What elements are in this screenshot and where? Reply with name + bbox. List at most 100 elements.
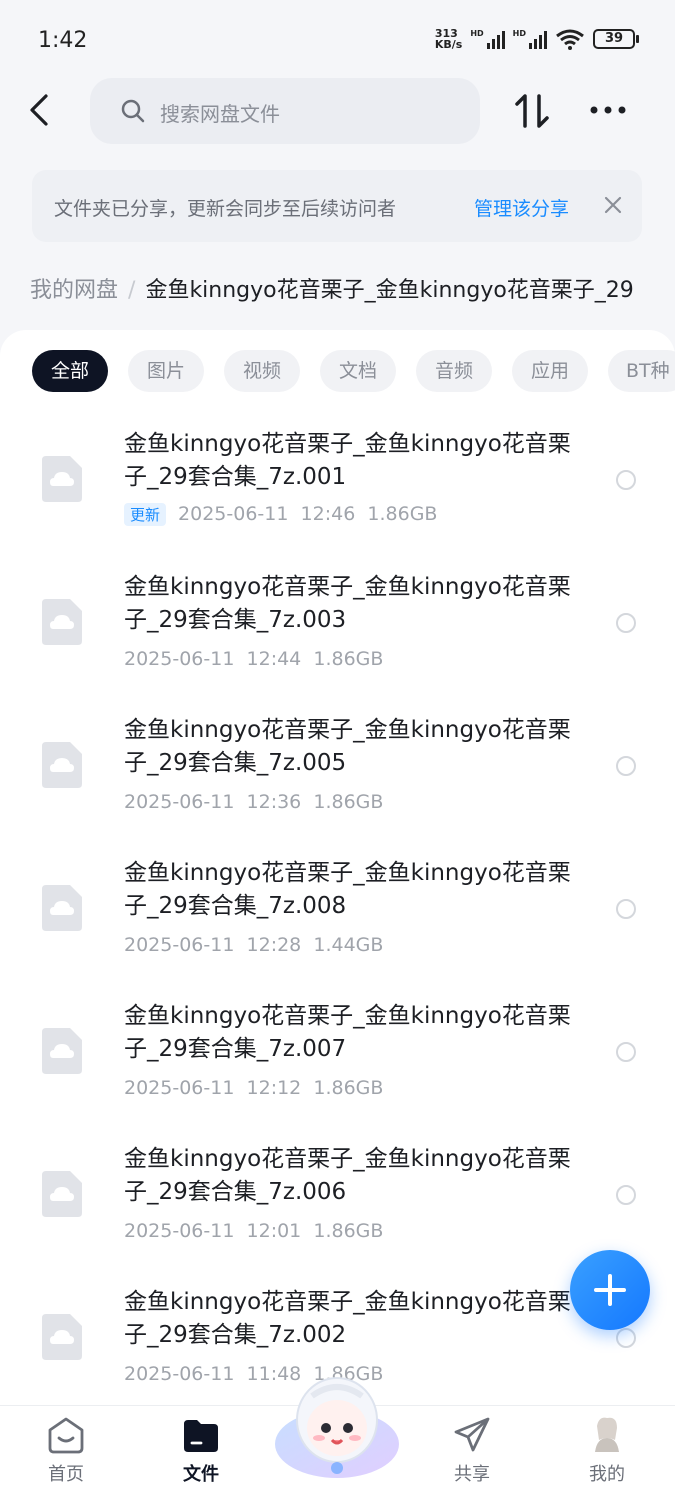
file-icon <box>42 599 82 645</box>
file-row[interactable]: 金鱼kinngyo花音栗子_金鱼kinngyo花音栗子_29套合集_7z.007… <box>0 984 675 1127</box>
file-size: 1.86GB <box>313 791 384 813</box>
file-size: 1.86GB <box>313 648 384 670</box>
breadcrumb-current: 金鱼kinngyo花音栗子_金鱼kinngyo花音栗子_29 <box>145 278 634 303</box>
close-icon[interactable] <box>602 194 624 216</box>
breadcrumb-separator: / <box>128 278 136 303</box>
file-time: 12:01 <box>246 1220 302 1242</box>
file-meta: 2025-06-11 12:12 1.86GB <box>124 1077 383 1099</box>
file-date: 2025-06-11 <box>124 791 235 813</box>
status-icons: 313 KB/s HD HD 39 <box>435 28 639 50</box>
tab-files[interactable]: 文件 <box>161 1416 241 1486</box>
select-radio[interactable] <box>616 1328 636 1348</box>
manage-share-link[interactable]: 管理该分享 <box>474 194 569 221</box>
select-radio[interactable] <box>616 899 636 919</box>
share-plane-icon <box>454 1417 490 1452</box>
sort-icon[interactable] <box>514 92 550 130</box>
hd-label-2: HD <box>512 29 526 38</box>
file-date: 2025-06-11 <box>178 503 289 525</box>
tab-share[interactable]: 共享 <box>432 1416 512 1486</box>
filter-apps[interactable]: 应用 <box>512 350 588 392</box>
filter-documents[interactable]: 文档 <box>320 350 396 392</box>
file-icon <box>42 1028 82 1074</box>
search-icon <box>121 99 145 123</box>
file-row[interactable]: 金鱼kinngyo花音栗子_金鱼kinngyo花音栗子_29套合集_7z.006… <box>0 1127 675 1270</box>
file-meta: 2025-06-11 12:01 1.86GB <box>124 1220 383 1242</box>
search-placeholder: 搜索网盘文件 <box>160 102 280 126</box>
file-size: 1.44GB <box>313 934 384 956</box>
file-time: 12:12 <box>246 1077 302 1099</box>
file-meta: 更新 2025-06-11 12:46 1.86GB <box>124 503 437 526</box>
file-date: 2025-06-11 <box>124 934 235 956</box>
file-icon <box>42 1314 82 1360</box>
file-meta: 2025-06-11 12:36 1.86GB <box>124 791 383 813</box>
tab-home-label: 首页 <box>48 1464 84 1485</box>
filter-bt[interactable]: BT种 <box>608 350 675 392</box>
file-icon <box>42 1171 82 1217</box>
filter-chips: 全部 图片 视频 文档 音频 应用 BT种 <box>32 350 675 394</box>
file-time: 12:36 <box>246 791 302 813</box>
signal-icon-2: HD <box>513 29 547 49</box>
speed-unit: KB/s <box>434 38 463 51</box>
file-date: 2025-06-11 <box>124 1363 235 1385</box>
filter-videos[interactable]: 视频 <box>224 350 300 392</box>
search-bar[interactable]: 搜索网盘文件 <box>90 78 480 144</box>
filter-audio[interactable]: 音频 <box>416 350 492 392</box>
file-name: 金鱼kinngyo花音栗子_金鱼kinngyo花音栗子_29套合集_7z.008 <box>124 860 571 919</box>
file-size: 1.86GB <box>313 1220 384 1242</box>
file-meta: 2025-06-11 12:44 1.86GB <box>124 648 383 670</box>
file-name: 金鱼kinngyo花音栗子_金鱼kinngyo花音栗子_29套合集_7z.006 <box>124 1146 571 1205</box>
folder-icon <box>184 1420 218 1452</box>
tab-share-label: 共享 <box>454 1464 490 1485</box>
tab-mine-label: 我的 <box>589 1464 625 1485</box>
status-time: 1:42 <box>38 28 88 53</box>
update-badge: 更新 <box>124 503 167 526</box>
filter-images[interactable]: 图片 <box>128 350 204 392</box>
network-speed: 313 KB/s <box>435 28 462 50</box>
file-row[interactable]: 金鱼kinngyo花音栗子_金鱼kinngyo花音栗子_29套合集_7z.005… <box>0 698 675 841</box>
signal-icon: HD <box>470 29 505 49</box>
file-name: 金鱼kinngyo花音栗子_金鱼kinngyo花音栗子_29套合集_7z.001 <box>124 431 571 490</box>
plus-icon <box>594 1274 626 1306</box>
back-arrow-icon[interactable] <box>26 92 54 128</box>
battery-icon: 39 <box>593 29 639 49</box>
hd-label: HD <box>470 29 484 38</box>
file-size: 1.86GB <box>313 1077 384 1099</box>
select-radio[interactable] <box>616 470 636 490</box>
tab-files-label: 文件 <box>183 1464 219 1485</box>
select-radio[interactable] <box>616 613 636 633</box>
tab-home[interactable]: 首页 <box>26 1416 106 1486</box>
file-row[interactable]: 金鱼kinngyo花音栗子_金鱼kinngyo花音栗子_29套合集_7z.001… <box>0 412 675 555</box>
file-name: 金鱼kinngyo花音栗子_金鱼kinngyo花音栗子_29套合集_7z.003 <box>124 574 571 633</box>
share-notice-text: 文件夹已分享，更新会同步至后续访问者 <box>54 198 397 220</box>
more-icon[interactable] <box>588 100 628 120</box>
home-icon <box>48 1417 84 1454</box>
select-radio[interactable] <box>616 1185 636 1205</box>
share-notice-banner: 文件夹已分享，更新会同步至后续访问者 管理该分享 <box>32 170 642 242</box>
file-date: 2025-06-11 <box>124 1220 235 1242</box>
file-row[interactable]: 金鱼kinngyo花音栗子_金鱼kinngyo花音栗子_29套合集_7z.003… <box>0 555 675 698</box>
file-icon <box>42 885 82 931</box>
file-time: 12:44 <box>246 648 302 670</box>
file-size: 1.86GB <box>367 503 438 525</box>
file-name: 金鱼kinngyo花音栗子_金鱼kinngyo花音栗子_29套合集_7z.007 <box>124 1003 571 1062</box>
file-date: 2025-06-11 <box>124 1077 235 1099</box>
select-radio[interactable] <box>616 1042 636 1062</box>
file-icon <box>42 456 82 502</box>
wifi-icon <box>556 29 584 50</box>
file-meta: 2025-06-11 12:28 1.44GB <box>124 934 383 956</box>
file-name: 金鱼kinngyo花音栗子_金鱼kinngyo花音栗子_29套合集_7z.002 <box>124 1289 571 1348</box>
breadcrumb-root[interactable]: 我的网盘 <box>30 278 118 303</box>
mascot-icon[interactable] <box>272 1372 402 1482</box>
file-row[interactable]: 金鱼kinngyo花音栗子_金鱼kinngyo花音栗子_29套合集_7z.008… <box>0 841 675 984</box>
file-time: 12:46 <box>300 503 356 525</box>
file-icon <box>42 742 82 788</box>
breadcrumb: 我的网盘 / 金鱼kinngyo花音栗子_金鱼kinngyo花音栗子_29 <box>30 272 675 308</box>
file-name: 金鱼kinngyo花音栗子_金鱼kinngyo花音栗子_29套合集_7z.005 <box>124 717 571 776</box>
status-bar: 1:42 313 KB/s HD HD 39 <box>0 0 675 80</box>
filter-all[interactable]: 全部 <box>32 350 108 392</box>
select-radio[interactable] <box>616 756 636 776</box>
top-bar: 搜索网盘文件 <box>0 76 675 146</box>
add-button[interactable] <box>570 1250 650 1330</box>
tab-mine[interactable]: 我的 <box>567 1416 647 1486</box>
avatar-icon <box>595 1417 619 1452</box>
